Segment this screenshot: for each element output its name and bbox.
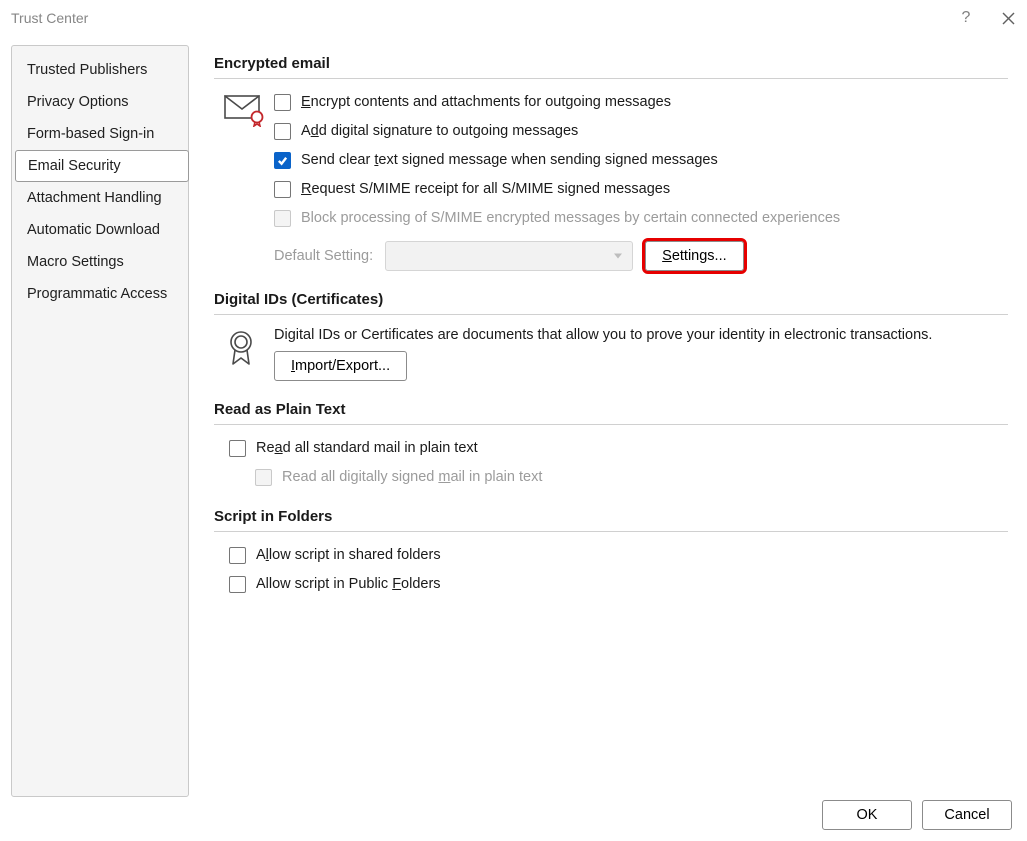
content-area: Encrypted email: [189, 45, 1008, 790]
section-title: Read as Plain Text: [214, 401, 1008, 418]
title-bar: Trust Center ?: [1, 1, 1026, 35]
script-public-checkbox[interactable]: [229, 576, 246, 593]
dialog-title: Trust Center: [11, 10, 958, 26]
envelope-seal-icon: [214, 91, 274, 271]
sidebar-item-attachment-handling[interactable]: Attachment Handling: [12, 182, 188, 214]
read-standard-checkbox[interactable]: [229, 440, 246, 457]
clear-text-label: Send clear text signed message when send…: [301, 152, 718, 168]
block-processing-row: Block processing of S/MIME encrypted mes…: [274, 207, 1008, 229]
encrypt-contents-row: Encrypt contents and attachments for out…: [274, 91, 1008, 113]
default-setting-label: Default Setting:: [274, 248, 373, 264]
divider: [214, 78, 1008, 79]
divider: [214, 314, 1008, 315]
default-setting-combo[interactable]: [385, 241, 633, 271]
add-signature-row: Add digital signature to outgoing messag…: [274, 120, 1008, 142]
section-title: Digital IDs (Certificates): [214, 291, 1008, 308]
clear-text-checkbox[interactable]: [274, 152, 291, 169]
add-signature-checkbox[interactable]: [274, 123, 291, 140]
divider: [214, 424, 1008, 425]
script-shared-checkbox[interactable]: [229, 547, 246, 564]
ok-button[interactable]: OK: [822, 800, 912, 830]
sidebar: Trusted Publishers Privacy Options Form-…: [11, 45, 189, 797]
trust-center-dialog: Trust Center ? Trusted Publishers Privac…: [0, 0, 1027, 841]
titlebar-controls: ?: [958, 10, 1016, 26]
request-receipt-row: Request S/MIME receipt for all S/MIME si…: [274, 178, 1008, 200]
dialog-footer: OK Cancel: [822, 800, 1012, 830]
read-signed-label: Read all digitally signed mail in plain …: [282, 469, 542, 485]
divider: [214, 531, 1008, 532]
section-digital-ids: Digital IDs (Certificates) Digital IDs o…: [214, 291, 1008, 381]
request-receipt-label: Request S/MIME receipt for all S/MIME si…: [301, 181, 670, 197]
help-icon[interactable]: ?: [958, 10, 974, 26]
import-export-button[interactable]: Import/Export...: [274, 351, 407, 381]
close-icon[interactable]: [1000, 10, 1016, 26]
sidebar-item-privacy-options[interactable]: Privacy Options: [12, 86, 188, 118]
script-shared-label: Allow script in shared folders: [256, 547, 441, 563]
block-processing-label: Block processing of S/MIME encrypted mes…: [301, 210, 840, 226]
section-title: Encrypted email: [214, 55, 1008, 72]
request-receipt-checkbox[interactable]: [274, 181, 291, 198]
section-script-folders: Script in Folders Allow script in shared…: [214, 508, 1008, 595]
sidebar-item-form-based-sign-in[interactable]: Form-based Sign-in: [12, 118, 188, 150]
ribbon-icon: [214, 327, 274, 381]
sidebar-item-trusted-publishers[interactable]: Trusted Publishers: [12, 54, 188, 86]
digital-ids-description: Digital IDs or Certificates are document…: [274, 327, 1008, 343]
block-processing-checkbox: [274, 210, 291, 227]
section-title: Script in Folders: [214, 508, 1008, 525]
sidebar-item-automatic-download[interactable]: Automatic Download: [12, 214, 188, 246]
script-shared-row: Allow script in shared folders: [229, 544, 1008, 566]
script-public-label: Allow script in Public Folders: [256, 576, 441, 592]
sidebar-item-macro-settings[interactable]: Macro Settings: [12, 246, 188, 278]
default-setting-row: Default Setting: Settings...: [274, 241, 1008, 271]
clear-text-row: Send clear text signed message when send…: [274, 149, 1008, 171]
add-signature-label: Add digital signature to outgoing messag…: [301, 123, 578, 139]
encrypt-contents-label: Encrypt contents and attachments for out…: [301, 94, 671, 110]
read-standard-label: Read all standard mail in plain text: [256, 440, 478, 456]
read-signed-checkbox: [255, 469, 272, 486]
cancel-button[interactable]: Cancel: [922, 800, 1012, 830]
section-encrypted-email: Encrypted email: [214, 55, 1008, 271]
sidebar-item-email-security[interactable]: Email Security: [15, 150, 189, 182]
read-standard-row: Read all standard mail in plain text: [229, 437, 1008, 459]
script-public-row: Allow script in Public Folders: [229, 573, 1008, 595]
settings-button[interactable]: Settings...: [645, 241, 743, 271]
sidebar-item-programmatic-access[interactable]: Programmatic Access: [12, 278, 188, 310]
read-signed-row: Read all digitally signed mail in plain …: [255, 466, 1008, 488]
section-plain-text: Read as Plain Text Read all standard mai…: [214, 401, 1008, 488]
encrypt-contents-checkbox[interactable]: [274, 94, 291, 111]
